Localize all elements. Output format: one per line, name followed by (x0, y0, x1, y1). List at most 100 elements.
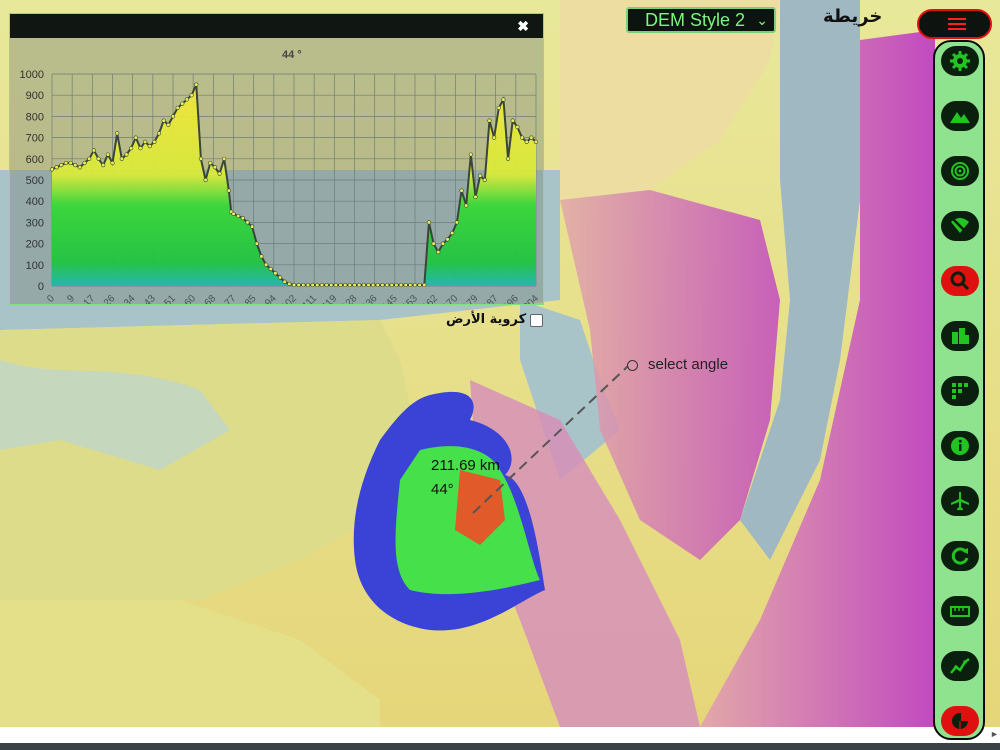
data-point (54, 165, 59, 170)
data-point (161, 118, 166, 123)
data-point (431, 241, 436, 246)
data-point (156, 131, 162, 136)
map-title: خريطة (823, 6, 883, 27)
grid-icon (952, 383, 968, 399)
x-tick-label: 111 (301, 293, 320, 304)
line-chart-button[interactable] (941, 651, 979, 681)
data-point (417, 282, 422, 288)
data-point (138, 146, 143, 151)
data-point (73, 163, 78, 168)
data-point (259, 254, 264, 259)
data-point (473, 194, 478, 200)
data-point (324, 282, 329, 288)
x-tick-label: 26 (102, 293, 118, 304)
settings-button[interactable] (941, 46, 979, 76)
data-point (82, 160, 87, 166)
data-point (366, 282, 371, 288)
data-point (101, 163, 106, 168)
data-point (361, 282, 366, 288)
dem-style-value: DEM Style 2 (645, 10, 746, 30)
y-tick-label: 700 (26, 133, 44, 145)
data-point (203, 177, 208, 183)
y-tick-label: 0 (38, 281, 44, 293)
data-point (212, 165, 217, 170)
data-point (296, 282, 301, 288)
data-point (115, 131, 120, 136)
refresh-button[interactable] (941, 541, 979, 571)
data-point (338, 282, 343, 288)
data-point (124, 152, 129, 157)
data-point (110, 160, 115, 166)
data-point (426, 220, 432, 225)
grid-button[interactable] (941, 376, 979, 406)
data-point (478, 173, 483, 178)
data-point (277, 275, 283, 280)
data-point (189, 93, 194, 98)
data-point (510, 118, 515, 123)
search-map-button[interactable] (941, 266, 979, 296)
data-point (245, 220, 250, 225)
no-signal-button[interactable] (941, 211, 979, 241)
data-point (384, 282, 390, 288)
horizontal-scrollbar[interactable] (0, 727, 1000, 743)
x-tick-label: 51 (162, 293, 178, 304)
data-point (184, 97, 190, 102)
data-point (445, 237, 450, 242)
angle-handle[interactable] (627, 360, 638, 371)
data-point (505, 156, 511, 161)
y-tick-label: 1000 (20, 69, 44, 81)
data-point (105, 152, 110, 157)
data-point (482, 177, 487, 183)
x-tick-label: 102 (279, 293, 299, 304)
pie-chart-button[interactable] (941, 706, 979, 736)
x-tick-label: 85 (243, 293, 259, 304)
x-tick-label: 145 (380, 293, 400, 304)
data-point (282, 279, 287, 284)
target-rings-button[interactable] (941, 156, 979, 186)
earth-curvature-checkbox[interactable] (530, 314, 543, 327)
search-map-icon (950, 271, 970, 291)
data-point (454, 220, 459, 225)
data-point (273, 271, 278, 276)
data-point (77, 165, 83, 170)
ruler-button[interactable] (941, 596, 979, 626)
data-point (394, 282, 399, 288)
data-point (208, 160, 213, 166)
buildings-button[interactable] (941, 321, 979, 351)
close-icon[interactable]: ✖ (517, 18, 529, 35)
data-point (226, 188, 231, 193)
data-point (533, 139, 539, 144)
data-point (170, 114, 176, 119)
data-point (59, 163, 64, 168)
data-point (217, 171, 222, 176)
dem-style-select[interactable]: DEM Style 2 ⌄ (626, 7, 776, 33)
data-point (352, 282, 357, 288)
airplane-button[interactable] (941, 486, 979, 516)
x-tick-label: 179 (461, 293, 481, 304)
x-tick-label: 128 (340, 293, 360, 304)
data-point (254, 241, 259, 246)
x-tick-label: 34 (122, 293, 138, 304)
data-point (147, 143, 152, 149)
scroll-right-icon[interactable]: ► (990, 729, 999, 739)
data-point (305, 282, 311, 288)
x-tick-label: 43 (142, 293, 158, 304)
data-point (347, 282, 352, 288)
y-tick-label: 100 (26, 260, 44, 272)
data-point (450, 230, 455, 236)
data-point (301, 282, 306, 288)
x-tick-label: 187 (481, 293, 501, 304)
y-tick-label: 400 (26, 196, 44, 208)
info-button[interactable] (941, 431, 979, 461)
x-tick-label: 0 (45, 293, 57, 304)
x-tick-label: 136 (360, 293, 380, 304)
data-point (291, 282, 297, 288)
data-point (459, 188, 464, 193)
terrain-button[interactable] (941, 101, 979, 131)
y-tick-label: 500 (26, 175, 44, 187)
data-point (152, 139, 157, 144)
x-tick-label: 204 (521, 293, 541, 304)
menu-button[interactable] (917, 9, 992, 39)
data-point (529, 135, 534, 140)
data-point (440, 241, 446, 246)
